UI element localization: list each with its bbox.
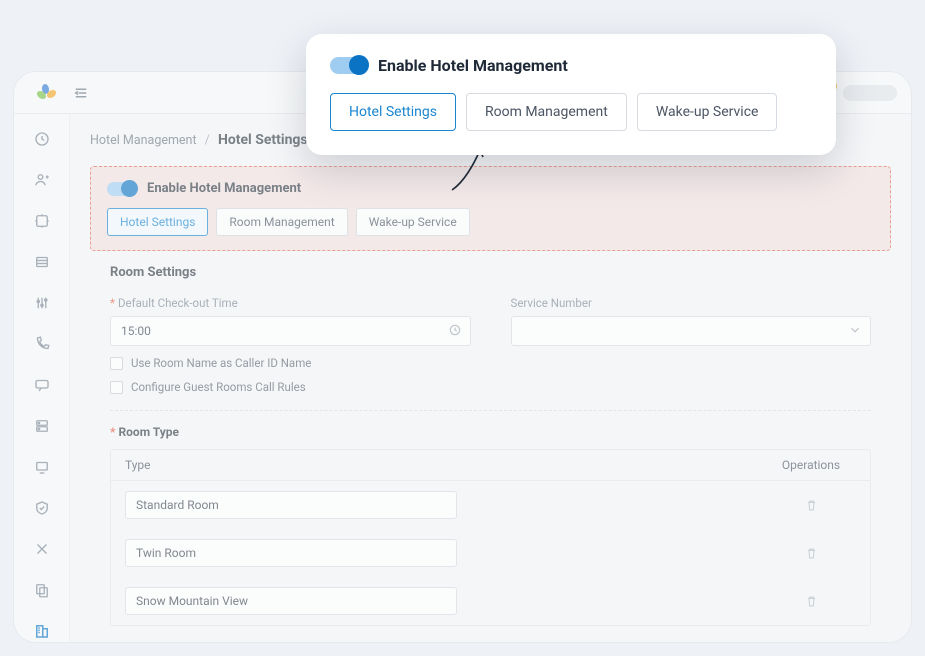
checkbox-icon (110, 381, 123, 394)
sidebar-item-hotel[interactable] (26, 621, 58, 642)
callout-panel: Enable Hotel Management Hotel Settings R… (306, 34, 836, 155)
tab-wakeup-service[interactable]: Wake-up Service (637, 93, 778, 131)
enable-hotel-management-label: Enable Hotel Management (378, 56, 568, 75)
sidebar-item-users[interactable] (26, 169, 58, 190)
tab-hotel-settings[interactable]: Hotel Settings (330, 93, 456, 131)
sidebar-item-dashboard[interactable] (26, 128, 58, 149)
opt-configure-rules-label: Configure Guest Rooms Call Rules (131, 380, 306, 394)
service-number-select[interactable] (511, 316, 872, 346)
sidebar-collapse-icon[interactable] (70, 82, 92, 104)
sidebar-item-reports[interactable] (26, 580, 58, 601)
room-settings-title: Room Settings (110, 265, 891, 280)
divider (110, 410, 871, 411)
callout-toggle-row: Enable Hotel Management (330, 56, 812, 75)
tabs-row: Hotel Settings Room Management Wake-up S… (107, 208, 874, 236)
breadcrumb-separator: / (205, 133, 210, 148)
checkout-time-label: *Default Check-out Time (110, 296, 471, 310)
tab-hotel-settings-small[interactable]: Hotel Settings (107, 208, 208, 236)
sidebar-item-tools[interactable] (26, 539, 58, 560)
col-type: Type (125, 458, 766, 472)
service-number-label: Service Number (511, 296, 872, 310)
sidebar-item-server[interactable] (26, 416, 58, 437)
enable-label-small: Enable Hotel Management (147, 181, 301, 196)
topbar-placeholder (843, 85, 897, 101)
opt-use-room-name-label: Use Room Name as Caller ID Name (131, 356, 311, 370)
highlighted-region: Enable Hotel Management Hotel Settings R… (90, 166, 891, 251)
room-type-table: Type Operations Standard Room Twin Room Sn… (110, 449, 871, 626)
breadcrumb-current: Hotel Settings (218, 132, 308, 148)
sidebar-item-storage[interactable] (26, 251, 58, 272)
room-type-label: *Room Type (110, 425, 871, 439)
chevron-down-icon (848, 323, 862, 340)
opt-configure-rules-row[interactable]: Configure Guest Rooms Call Rules (110, 380, 471, 394)
table-header: Type Operations (111, 450, 870, 481)
delete-button[interactable] (766, 546, 856, 561)
form-area: *Default Check-out Time 15:00 Use Room N… (90, 296, 891, 626)
main-content: Hotel Management / Hotel Settings Enable… (70, 114, 911, 642)
tab-wakeup-service-small[interactable]: Wake-up Service (356, 208, 470, 236)
sidebar-item-device[interactable] (26, 457, 58, 478)
toggle-knob (121, 180, 138, 197)
enable-hotel-management-toggle-small[interactable] (107, 182, 137, 196)
checkbox-icon (110, 357, 123, 370)
table-row: Twin Room (111, 529, 870, 577)
room-type-input[interactable]: Twin Room (125, 539, 457, 567)
sidebar (14, 114, 70, 642)
opt-use-room-name-row[interactable]: Use Room Name as Caller ID Name (110, 356, 471, 370)
toggle-row: Enable Hotel Management (107, 181, 874, 196)
sidebar-item-settings-icon[interactable] (26, 292, 58, 313)
sidebar-item-chat[interactable] (26, 374, 58, 395)
clock-icon (448, 323, 462, 340)
table-row: Standard Room (111, 481, 870, 529)
delete-button[interactable] (766, 594, 856, 609)
delete-button[interactable] (766, 498, 856, 513)
tab-room-management[interactable]: Room Management (466, 93, 627, 131)
sidebar-item-security[interactable] (26, 498, 58, 519)
callout-tabs: Hotel Settings Room Management Wake-up S… (330, 93, 812, 131)
sidebar-item-extension[interactable] (26, 210, 58, 231)
table-row: Snow Mountain View (111, 577, 870, 625)
sidebar-item-phone[interactable] (26, 333, 58, 354)
toggle-knob (349, 55, 369, 75)
col-operations: Operations (766, 458, 856, 472)
checkout-time-value: 15:00 (121, 324, 151, 338)
breadcrumb-parent[interactable]: Hotel Management (90, 133, 197, 148)
room-type-input[interactable]: Standard Room (125, 491, 457, 519)
app-window: 29 (14, 72, 911, 642)
tab-room-management-small[interactable]: Room Management (216, 208, 347, 236)
brand-logo (22, 82, 70, 104)
checkout-time-input[interactable]: 15:00 (110, 316, 471, 346)
enable-hotel-management-toggle[interactable] (330, 57, 368, 74)
room-type-input[interactable]: Snow Mountain View (125, 587, 457, 615)
